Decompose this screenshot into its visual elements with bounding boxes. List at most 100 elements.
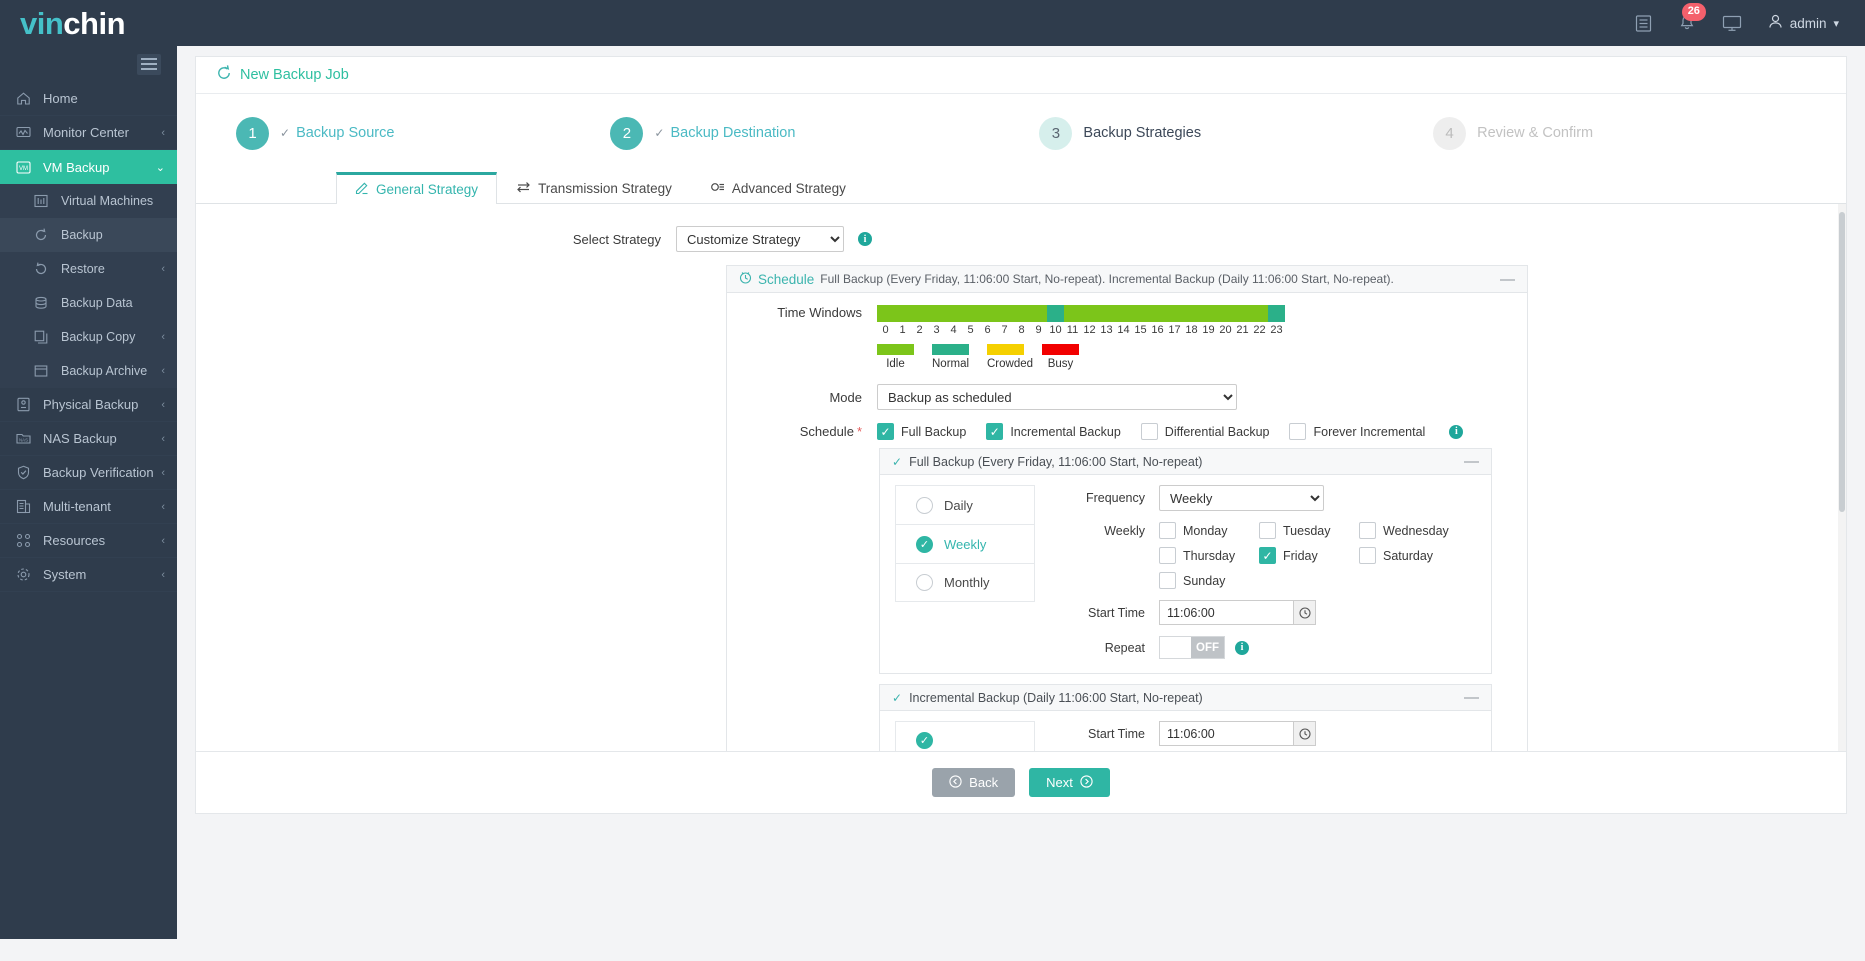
time-window-hour-cell[interactable]: [1047, 305, 1064, 322]
console-monitor-icon[interactable]: [1722, 15, 1742, 32]
weekday-option[interactable]: Sunday: [1159, 572, 1259, 589]
checkbox[interactable]: [1359, 547, 1376, 564]
radio-item[interactable]: ✓Weekly: [895, 524, 1035, 563]
schedule-type-option[interactable]: Forever Incremental: [1289, 423, 1425, 440]
time-window-hour-cell[interactable]: [1030, 305, 1047, 322]
time-window-hour-cell[interactable]: [996, 305, 1013, 322]
sidebar-item-physical-backup[interactable]: Physical Backup ‹: [0, 388, 177, 422]
time-window-hour-cell[interactable]: [1149, 305, 1166, 322]
time-window-hour-cell[interactable]: [1251, 305, 1268, 322]
time-windows-bar[interactable]: [877, 305, 1285, 322]
time-window-hour-cell[interactable]: [1183, 305, 1200, 322]
info-icon[interactable]: i: [858, 232, 872, 246]
sidebar-item-home[interactable]: Home: [0, 82, 177, 116]
schedule-type-option[interactable]: Differential Backup: [1141, 423, 1270, 440]
sidebar-item-backup-archive[interactable]: Backup Archive ‹: [0, 354, 177, 388]
weekday-option[interactable]: Monday: [1159, 522, 1259, 539]
radio-button[interactable]: [916, 497, 933, 514]
time-window-hour-cell[interactable]: [1166, 305, 1183, 322]
panel-scrollbar-thumb[interactable]: [1839, 212, 1845, 512]
weekday-option[interactable]: ✓Friday: [1259, 547, 1359, 564]
time-window-hour-cell[interactable]: [1200, 305, 1217, 322]
time-window-hour-cell[interactable]: [1064, 305, 1081, 322]
tab-advanced-strategy[interactable]: Advanced Strategy: [691, 172, 865, 204]
logs-icon[interactable]: [1635, 15, 1652, 32]
schedule-type-option[interactable]: ✓Incremental Backup: [986, 423, 1120, 440]
tab-general-strategy[interactable]: General Strategy: [336, 172, 497, 204]
time-window-hour-cell[interactable]: [1217, 305, 1234, 322]
time-window-hour-cell[interactable]: [894, 305, 911, 322]
collapse-icon[interactable]: —: [1500, 272, 1515, 287]
sidebar-item-system[interactable]: System ‹: [0, 558, 177, 592]
weekday-option[interactable]: Tuesday: [1259, 522, 1359, 539]
hamburger-menu-icon[interactable]: [137, 54, 161, 75]
notification-bell-icon[interactable]: 26: [1678, 14, 1696, 32]
step-backup-destination[interactable]: 2 ✓ Backup Destination: [610, 117, 795, 150]
sidebar-item-resources[interactable]: Resources ‹: [0, 524, 177, 558]
clock-icon[interactable]: [1294, 721, 1316, 746]
sidebar-item-backup-copy[interactable]: Backup Copy ‹: [0, 320, 177, 354]
step-backup-source[interactable]: 1 ✓ Backup Source: [236, 117, 394, 150]
time-window-hour-cell[interactable]: [877, 305, 894, 322]
sidebar-item-backup-data[interactable]: Backup Data: [0, 286, 177, 320]
sidebar-item-vm-backup[interactable]: VM VM Backup ⌄: [0, 150, 177, 184]
tab-transmission-strategy[interactable]: Transmission Strategy: [497, 172, 691, 204]
checkbox[interactable]: [1359, 522, 1376, 539]
frequency-dropdown[interactable]: Weekly: [1159, 485, 1324, 511]
time-window-hour-cell[interactable]: [1132, 305, 1149, 322]
panel-scrollbar-track[interactable]: [1838, 204, 1846, 751]
radio-button[interactable]: ✓: [916, 536, 933, 553]
sidebar-item-virtual-machines[interactable]: Virtual Machines: [0, 184, 177, 218]
sidebar-item-monitor-center[interactable]: Monitor Center ‹: [0, 116, 177, 150]
time-window-hour-cell[interactable]: [1081, 305, 1098, 322]
full-backup-panel-header[interactable]: ✓ Full Backup (Every Friday, 11:06:00 St…: [880, 449, 1491, 475]
checkbox[interactable]: [1259, 522, 1276, 539]
time-window-hour-cell[interactable]: [945, 305, 962, 322]
start-time-input[interactable]: 11:06:00: [1159, 600, 1294, 625]
sidebar-item-nas-backup[interactable]: NAS NAS Backup ‹: [0, 422, 177, 456]
checkbox[interactable]: [1141, 423, 1158, 440]
schedule-section-header[interactable]: Schedule Full Backup (Every Friday, 11:0…: [727, 266, 1527, 293]
weekday-option[interactable]: Thursday: [1159, 547, 1259, 564]
step-backup-strategies[interactable]: 3 Backup Strategies: [1039, 117, 1201, 150]
sidebar-item-backup[interactable]: Backup: [0, 218, 177, 252]
checkbox[interactable]: ✓: [986, 423, 1003, 440]
schedule-type-option[interactable]: ✓Full Backup: [877, 423, 966, 440]
user-menu[interactable]: admin ▾: [1768, 14, 1839, 32]
time-window-hour-cell[interactable]: [979, 305, 996, 322]
checkbox[interactable]: [1159, 547, 1176, 564]
time-window-hour-cell[interactable]: [1268, 305, 1285, 322]
time-window-hour-cell[interactable]: [962, 305, 979, 322]
radio-button[interactable]: [916, 574, 933, 591]
checkbox[interactable]: [1159, 572, 1176, 589]
radio-item[interactable]: Daily: [895, 485, 1035, 524]
back-button[interactable]: Back: [932, 768, 1015, 797]
time-window-hour-cell[interactable]: [1115, 305, 1132, 322]
checkbox[interactable]: [1159, 522, 1176, 539]
weekday-option[interactable]: Wednesday: [1359, 522, 1459, 539]
radio-item[interactable]: Monthly: [895, 563, 1035, 602]
select-strategy-dropdown[interactable]: Customize Strategy: [676, 226, 844, 252]
time-window-hour-cell[interactable]: [928, 305, 945, 322]
info-icon[interactable]: i: [1449, 425, 1463, 439]
sidebar-item-restore[interactable]: Restore ‹: [0, 252, 177, 286]
sidebar-item-multi-tenant[interactable]: Multi-tenant ‹: [0, 490, 177, 524]
clock-icon[interactable]: [1294, 600, 1316, 625]
time-window-hour-cell[interactable]: [1013, 305, 1030, 322]
start-time-input[interactable]: 11:06:00: [1159, 721, 1294, 746]
checkbox[interactable]: [1289, 423, 1306, 440]
time-window-hour-cell[interactable]: [1098, 305, 1115, 322]
repeat-toggle[interactable]: OFF: [1159, 636, 1225, 659]
radio-item[interactable]: ✓: [895, 721, 1035, 751]
collapse-icon[interactable]: —: [1464, 690, 1479, 705]
checkbox[interactable]: ✓: [1259, 547, 1276, 564]
incremental-backup-panel-header[interactable]: ✓ Incremental Backup (Daily 11:06:00 Sta…: [880, 685, 1491, 711]
next-button[interactable]: Next: [1029, 768, 1110, 797]
checkbox[interactable]: ✓: [877, 423, 894, 440]
time-window-hour-cell[interactable]: [911, 305, 928, 322]
mode-dropdown[interactable]: Backup as scheduled: [877, 384, 1237, 410]
sidebar-item-backup-verification[interactable]: Backup Verification ‹: [0, 456, 177, 490]
collapse-icon[interactable]: —: [1464, 454, 1479, 469]
info-icon[interactable]: i: [1235, 641, 1249, 655]
weekday-option[interactable]: Saturday: [1359, 547, 1459, 564]
